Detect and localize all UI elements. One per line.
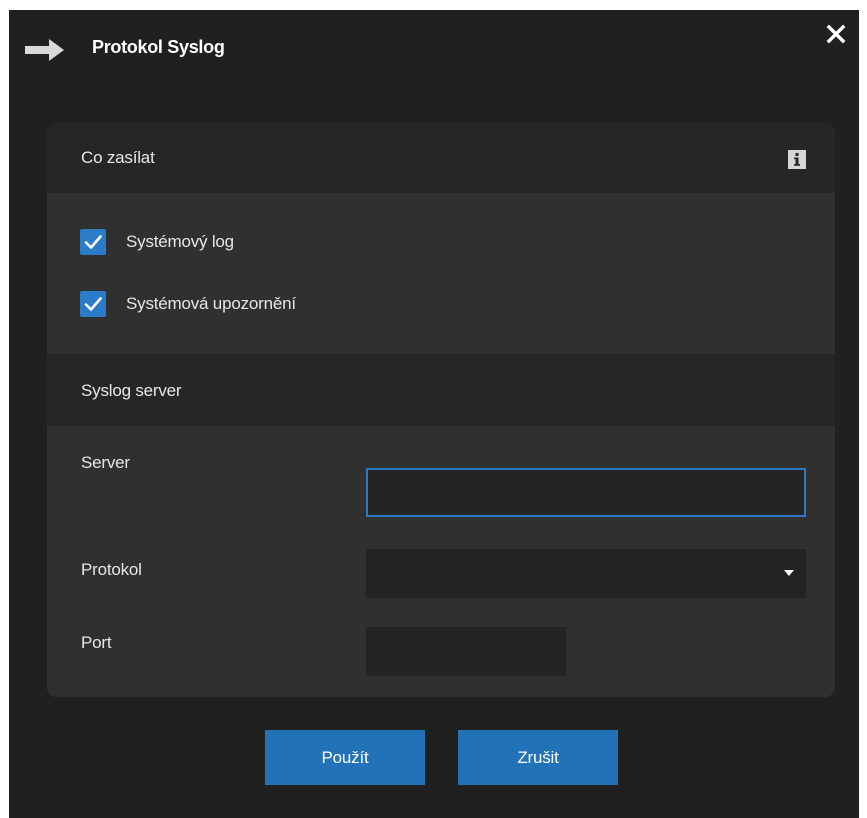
port-input[interactable] — [366, 627, 566, 676]
section-header-what-to-send: Co zasílat — [47, 123, 835, 193]
checkbox[interactable] — [80, 291, 106, 317]
checkbox-label: Systémová upozornění — [126, 294, 296, 313]
section-title: Syslog server — [81, 381, 182, 400]
dialog-titlebar: Protokol Syslog — [9, 10, 859, 92]
protocol-label: Protokol — [81, 560, 142, 579]
dialog-title: Protokol Syslog — [92, 37, 225, 57]
settings-panel: Co zasílat Systémový log Systémová upozo… — [47, 123, 835, 697]
close-icon[interactable] — [826, 24, 846, 44]
section-title: Co zasílat — [81, 148, 155, 167]
checkbox-label: Systémový log — [126, 232, 234, 251]
section-header-syslog-server: Syslog server — [47, 354, 835, 426]
syslog-dialog: Protokol Syslog Co zasílat Systémový log — [9, 10, 859, 818]
info-icon[interactable] — [788, 150, 806, 169]
apply-button[interactable]: Použít — [265, 730, 425, 785]
checkmark-icon — [84, 235, 102, 249]
arrow-right-icon — [25, 39, 64, 61]
port-label: Port — [81, 633, 112, 652]
server-input[interactable] — [366, 468, 806, 517]
cancel-button[interactable]: Zrušit — [458, 730, 618, 785]
chevron-down-icon — [784, 570, 794, 576]
checkmark-icon — [84, 297, 102, 311]
protocol-select[interactable] — [366, 549, 806, 598]
checkbox[interactable] — [80, 229, 106, 255]
server-label: Server — [81, 453, 130, 472]
